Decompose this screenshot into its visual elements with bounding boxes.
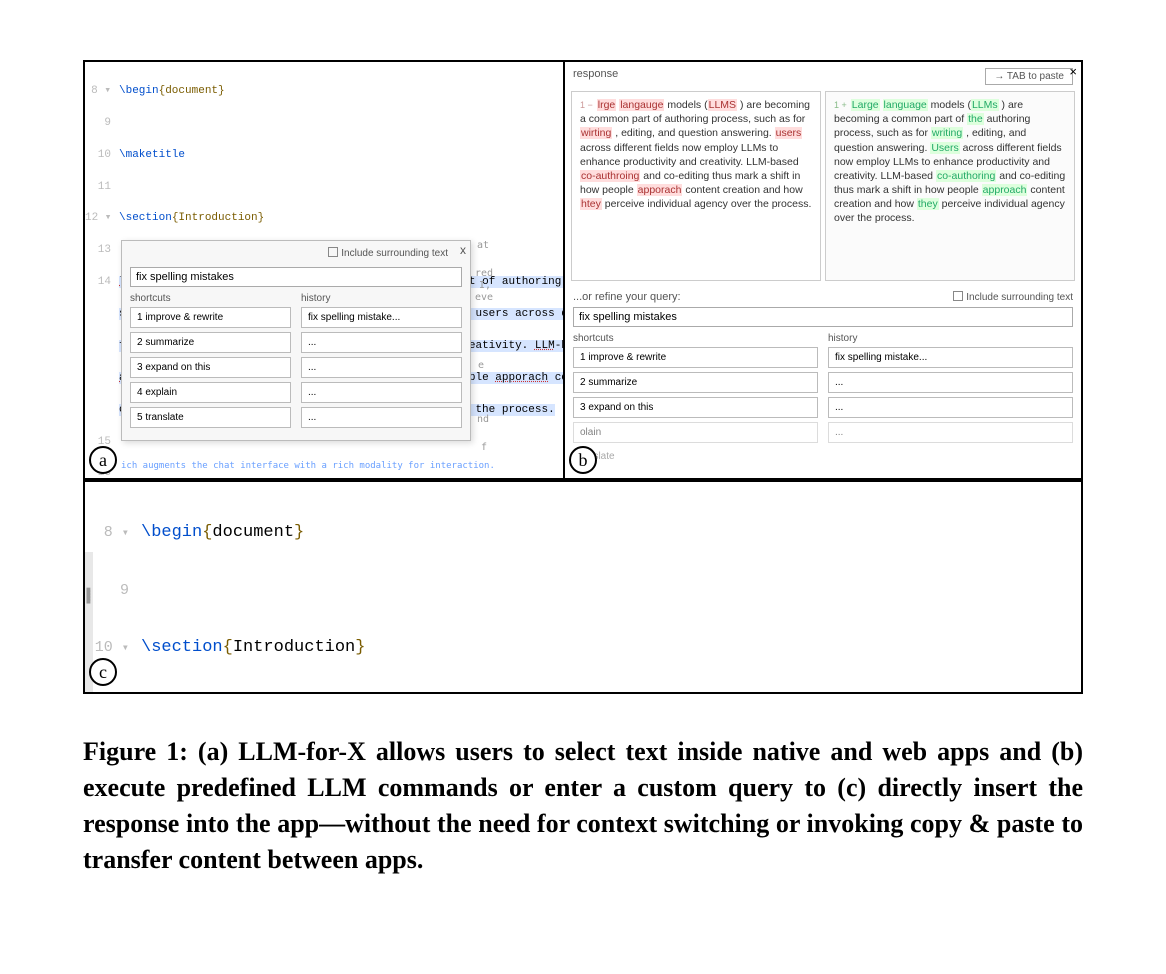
badge-c: c (89, 658, 117, 686)
history-option[interactable]: ... (301, 407, 462, 428)
include-surrounding-checkbox[interactable]: Include surrounding text (328, 247, 448, 259)
panel-c: ■■■■■ 8 ▾\begin{document} 9 10 ▾\section… (85, 482, 1081, 692)
history-header: history (828, 333, 1073, 344)
history-option[interactable]: ... (301, 357, 462, 378)
close-icon[interactable]: × (1069, 64, 1077, 79)
history-option[interactable]: ... (828, 422, 1073, 443)
history-option[interactable]: fix spelling mistake... (828, 347, 1073, 368)
editor-footer-text: ich augments the chat interface with a r… (121, 461, 495, 471)
figure-composite: 8 ▾\begin{document} 9 10\maketitle 11 12… (83, 60, 1083, 694)
refine-label: ...or refine your query: (573, 291, 681, 303)
response-label: response (573, 68, 618, 85)
history-option[interactable]: ... (301, 332, 462, 353)
shortcut-option[interactable]: 1 improve & rewrite (573, 347, 818, 368)
shortcuts-header: shortcuts (573, 333, 818, 344)
history-option[interactable]: ... (301, 382, 462, 403)
figure-caption: Figure 1: (a) LLM-for-X allows users to … (83, 734, 1083, 878)
shortcuts-header: shortcuts (130, 293, 291, 304)
badge-a: a (89, 446, 117, 474)
diff-pane: 1 −lrge langauge models (LLMS ) are beco… (565, 91, 1081, 281)
diff-column-original: 1 −lrge langauge models (LLMS ) are beco… (571, 91, 821, 281)
history-option[interactable]: ... (828, 372, 1073, 393)
shortcut-option[interactable]: 3 expand on this (130, 357, 291, 378)
shortcut-option[interactable]: ranslate (573, 447, 818, 466)
refine-query-input[interactable] (573, 307, 1073, 327)
shortcut-option[interactable]: 5 translate (130, 407, 291, 428)
shortcut-option[interactable]: 3 expand on this (573, 397, 818, 418)
history-header: history (301, 293, 462, 304)
diff-column-revised: 1 +Large language models (LLMs ) are bec… (825, 91, 1075, 281)
history-option[interactable]: ... (828, 397, 1073, 418)
shortcut-option[interactable]: 2 summarize (130, 332, 291, 353)
tab-to-paste-button[interactable]: → TAB to paste (985, 68, 1073, 85)
include-surrounding-checkbox[interactable]: Include surrounding text (953, 291, 1073, 303)
close-icon[interactable]: x (460, 243, 466, 257)
query-input[interactable] (130, 267, 462, 287)
panel-a: 8 ▾\begin{document} 9 10\maketitle 11 12… (85, 62, 565, 478)
editor-c: 8 ▾\begin{document} 9 10 ▾\section{Intro… (85, 482, 1081, 692)
query-popup-a: x Include surrounding text shortcuts 1 i… (121, 240, 471, 441)
shortcut-option[interactable]: olain (573, 422, 818, 443)
shortcut-option[interactable]: 2 summarize (573, 372, 818, 393)
shortcut-option[interactable]: 1 improve & rewrite (130, 307, 291, 328)
badge-b: b (569, 446, 597, 474)
panel-b: × response → TAB to paste 1 −lrge langau… (565, 62, 1081, 478)
shortcut-option[interactable]: 4 explain (130, 382, 291, 403)
history-option[interactable]: fix spelling mistake... (301, 307, 462, 328)
